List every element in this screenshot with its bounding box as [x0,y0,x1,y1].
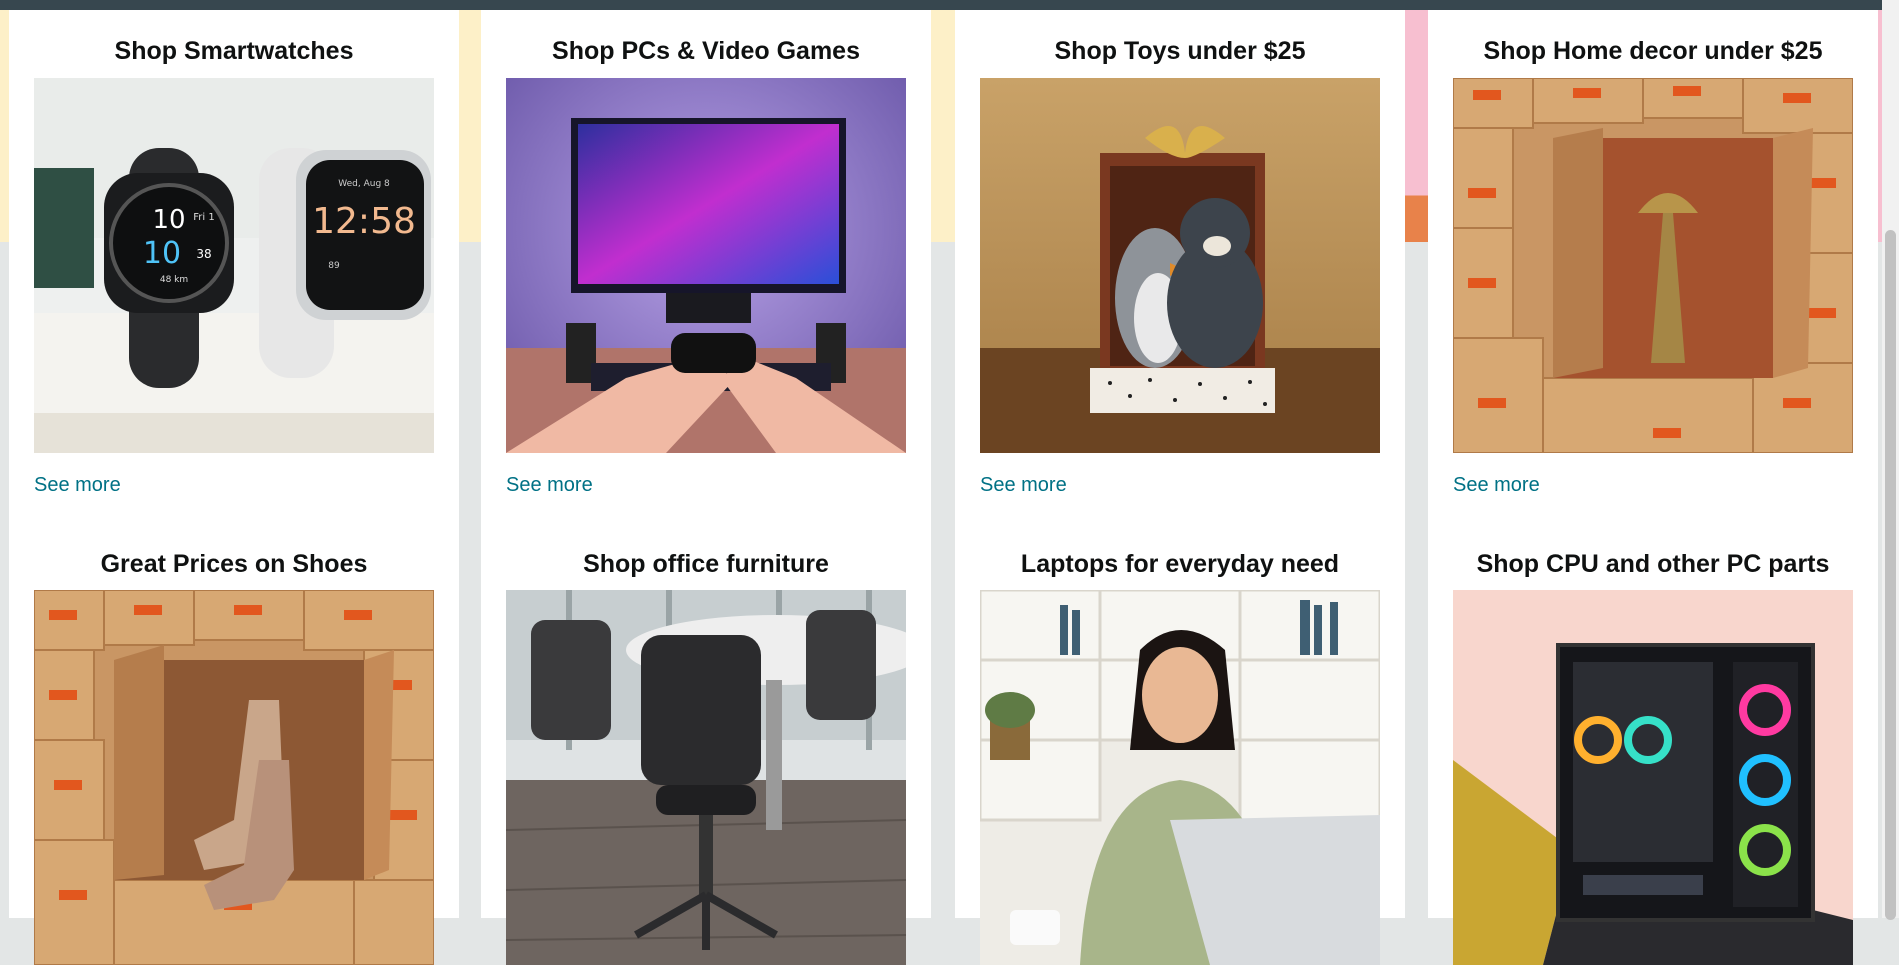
page-scrollbar[interactable] [1882,0,1899,920]
pcs-video-games-image[interactable] [506,78,906,453]
hero-band-2 [931,10,955,242]
white-watch-hr-text: 89 [328,261,340,271]
card-smartwatches: Shop Smartwatches 10 Fri 1 10 38 48 km W… [9,10,459,965]
card-title[interactable]: Shop Home decor under $25 [1428,36,1878,66]
see-more-link[interactable]: See more [34,473,121,497]
browser-top-strip [0,0,1899,10]
card-title[interactable]: Great Prices on Shoes [9,549,459,579]
card-title[interactable]: Shop office furniture [481,549,931,579]
card-title[interactable]: Shop PCs & Video Games [481,36,931,66]
see-more-link[interactable]: See more [1453,473,1540,497]
see-more-link[interactable]: See more [980,473,1067,497]
black-watch-time-text: 10 [152,205,185,235]
home-decor-image[interactable] [1453,78,1853,453]
white-watch-date-text: Wed, Aug 8 [338,179,390,189]
card-home-decor: Shop Home decor under $25 See more Shop … [1428,10,1878,965]
toys-image[interactable] [980,78,1380,453]
hero-band-1 [459,10,481,242]
card-pcs-video-games: Shop PCs & Video Games See more Shop off… [481,10,931,965]
card-title[interactable]: Laptops for everyday need [955,549,1405,579]
smartwatches-image[interactable]: 10 Fri 1 10 38 48 km Wed, Aug 8 12:58 89 [34,78,434,453]
hero-band-3 [1405,10,1428,242]
card-title[interactable]: Shop Smartwatches [9,36,459,66]
black-watch-day-text: Fri 1 [193,212,214,223]
black-watch-seconds-text: 38 [196,247,211,261]
card-title[interactable]: Shop CPU and other PC parts [1428,549,1878,579]
card-toys: Shop Toys under $25 See more Laptops for… [955,10,1405,965]
black-watch-distance-text: 48 km [160,275,188,285]
card-title[interactable]: Shop Toys under $25 [955,36,1405,66]
shoes-image[interactable] [34,590,434,965]
cpu-pc-parts-image[interactable] [1453,590,1853,965]
office-furniture-image[interactable] [506,590,906,965]
see-more-link[interactable]: See more [506,473,593,497]
laptops-image[interactable] [980,590,1380,965]
white-watch-time-text: 12:58 [312,201,416,242]
hero-band-left [0,10,9,242]
scrollbar-thumb[interactable] [1885,230,1896,920]
black-watch-minutes-text: 10 [143,236,181,271]
